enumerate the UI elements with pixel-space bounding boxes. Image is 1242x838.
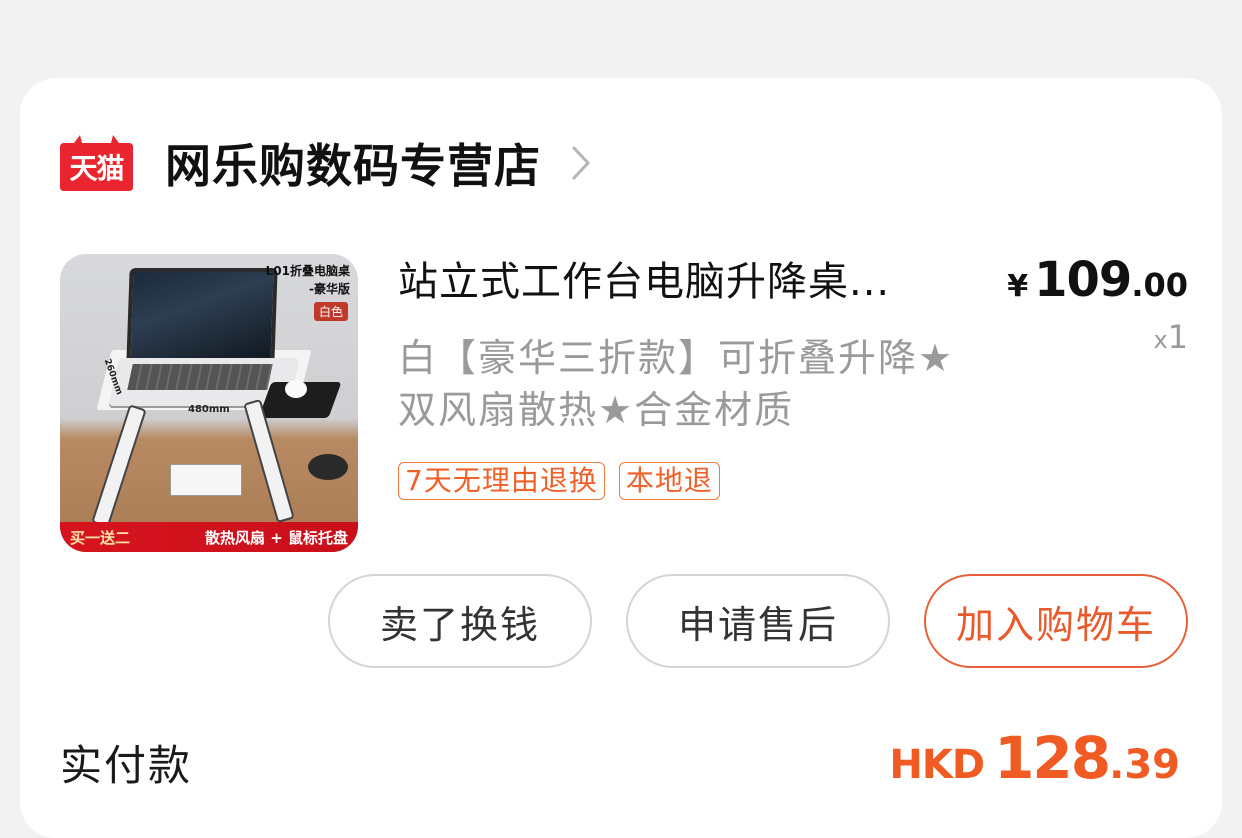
image-banner-left: 买一送二 [70, 528, 131, 547]
unit-price: ¥ 109 .00 [1007, 252, 1188, 308]
paid-label: 实付款 [60, 741, 193, 790]
tag-local-return: 本地退 [618, 462, 720, 500]
product-title[interactable]: 站立式工作台电脑升降桌... [398, 252, 978, 312]
service-tags: 7天无理由退换 本地退 [398, 462, 720, 500]
desk-leg [91, 404, 147, 528]
fan-disc [308, 454, 348, 480]
image-title-line1: L01折叠电脑桌 [265, 264, 350, 278]
product-sku: 白【豪华三折款】可折叠升降★双风扇散热★合金材质 [398, 336, 955, 432]
quantity-prefix: x [1153, 326, 1168, 354]
image-color-tag: 白色 [313, 302, 348, 321]
quantity: x1 [1153, 318, 1188, 356]
image-dimension-width: 480mm [188, 404, 230, 415]
shop-header[interactable]: 天猫 网乐购数码专营店 [60, 133, 591, 193]
price-decimal: .00 [1131, 266, 1188, 304]
paid-currency: HKD [889, 742, 985, 788]
chevron-right-icon[interactable] [571, 145, 591, 185]
image-promo-banner: 买一送二 散热风扇 + 鼠标托盘 [60, 522, 358, 552]
paid-integer: 128 [994, 724, 1111, 792]
price-symbol: ¥ [1007, 269, 1029, 304]
product-image[interactable]: L01折叠电脑桌 -豪华版 白色 480mm 260mm 买一送二 散热风扇 +… [60, 254, 358, 552]
shop-name[interactable]: 网乐购数码专营店 [165, 130, 541, 196]
laptop-keyboard [127, 364, 273, 390]
paid-amount: HKD 128 .39 [889, 724, 1180, 792]
price-integer: 109 [1034, 252, 1132, 308]
tmall-badge-text: 天猫 [69, 152, 124, 185]
after-sale-button[interactable]: 申请售后 [626, 574, 890, 668]
order-card: 天猫 网乐购数码专营店 L01折叠电脑桌 -豪华版 白色 480mm 260mm… [20, 78, 1222, 838]
tmall-logo-icon: 天猫 [60, 135, 133, 191]
image-banner-right: 散热风扇 + 鼠标托盘 [204, 528, 348, 547]
laptop-screen [126, 268, 278, 364]
tag-return-7days: 7天无理由退换 [398, 462, 605, 500]
quantity-value: 1 [1167, 318, 1188, 356]
image-title-line2: -豪华版 [309, 282, 350, 296]
mouse [285, 380, 307, 398]
image-title: L01折叠电脑桌 -豪华版 [266, 262, 350, 298]
book [170, 464, 242, 496]
add-to-cart-button[interactable]: 加入购物车 [924, 574, 1188, 668]
sell-button[interactable]: 卖了换钱 [328, 574, 592, 668]
paid-decimal: .39 [1109, 742, 1180, 788]
